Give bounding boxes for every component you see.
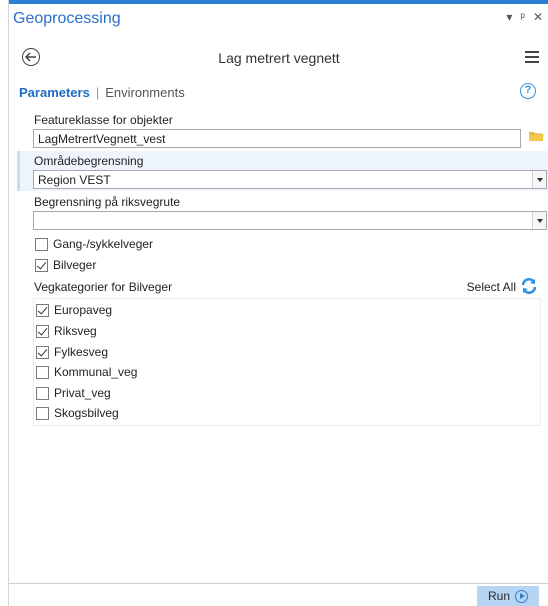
featureklasse-value: LagMetrertVegnett_vest (38, 132, 166, 146)
tool-title: Lag metrert vegnett (218, 50, 340, 66)
list-item[interactable]: Riksveg (36, 323, 97, 339)
riksveg-dropdown[interactable] (33, 211, 547, 230)
privat-veg-checkbox[interactable] (36, 386, 49, 400)
featureklasse-field[interactable]: LagMetrertVegnett_vest (33, 129, 521, 148)
fylkesveg-label: Fylkesveg (54, 345, 109, 359)
omrade-value: Region VEST (38, 173, 111, 187)
omrade-label: Områdebegrensning (34, 154, 144, 168)
riksveg-item-label: Riksveg (54, 324, 97, 338)
bil-checkbox-row[interactable]: Bilveger (35, 257, 96, 273)
play-icon (515, 589, 528, 603)
kommunal-veg-checkbox[interactable] (36, 365, 49, 379)
pane-window-controls: ▾ ᵖ ✕ (506, 10, 543, 24)
pin-icon[interactable]: ᵖ (520, 10, 525, 24)
bil-checkbox[interactable] (35, 258, 48, 272)
europaveg-checkbox[interactable] (36, 303, 49, 317)
riksveg-dropdown-arrow-icon[interactable] (532, 212, 546, 229)
gang-checkbox-label: Gang-/sykkelveger (53, 237, 154, 251)
omrade-dropdown-arrow-icon[interactable] (532, 171, 546, 188)
omrade-focus-marker (17, 151, 20, 191)
featureklasse-label: Featureklasse for objekter (34, 113, 173, 127)
skogsbilveg-checkbox[interactable] (36, 406, 49, 420)
select-all-button[interactable]: Select All (467, 280, 516, 294)
geoprocessing-pane: Geoprocessing ▾ ᵖ ✕ Lag metrert vegnett … (8, 0, 548, 606)
pane-options-icon[interactable]: ▾ (506, 10, 512, 24)
refresh-icon[interactable] (520, 277, 538, 295)
skogsbilveg-label: Skogsbilveg (54, 406, 119, 420)
help-icon[interactable]: ? (520, 83, 536, 99)
browse-folder-icon[interactable] (529, 129, 544, 141)
pane-title: Geoprocessing (13, 10, 121, 27)
pane-footer: Run (9, 583, 548, 606)
europaveg-label: Europaveg (54, 303, 113, 317)
vegkategorier-label: Vegkategorier for Bilveger (34, 280, 173, 294)
riksveg-label: Begrensning på riksvegrute (34, 195, 181, 209)
kommunal-veg-label: Kommunal_veg (54, 365, 138, 379)
gang-checkbox[interactable] (35, 237, 48, 251)
run-button-label: Run (487, 589, 510, 603)
tab-parameters[interactable]: Parameters (19, 85, 90, 100)
tab-separator: | (95, 84, 100, 100)
close-icon[interactable]: ✕ (533, 10, 543, 24)
hamburger-menu-icon[interactable] (525, 51, 539, 63)
list-item[interactable]: Europaveg (36, 302, 112, 318)
list-item[interactable]: Fylkesveg (36, 344, 108, 360)
bil-checkbox-label: Bilveger (53, 258, 97, 272)
fylkesveg-checkbox[interactable] (36, 345, 49, 359)
tab-strip: Parameters | Environments (19, 82, 185, 102)
list-item[interactable]: Privat_veg (36, 385, 111, 401)
vegkategorier-list: Europaveg Riksveg Fylkesveg Kommunal_veg… (33, 298, 541, 426)
run-button[interactable]: Run (477, 586, 539, 606)
riksveg-checkbox[interactable] (36, 324, 49, 338)
tab-environments[interactable]: Environments (105, 85, 184, 100)
pane-titlebar: Geoprocessing ▾ ᵖ ✕ (9, 4, 548, 34)
list-item[interactable]: Skogsbilveg (36, 405, 119, 421)
privat-veg-label: Privat_veg (54, 386, 111, 400)
gang-checkbox-row[interactable]: Gang-/sykkelveger (35, 236, 153, 252)
list-item[interactable]: Kommunal_veg (36, 364, 137, 380)
tool-header: Lag metrert vegnett (9, 40, 548, 74)
omrade-dropdown[interactable]: Region VEST (33, 170, 547, 189)
